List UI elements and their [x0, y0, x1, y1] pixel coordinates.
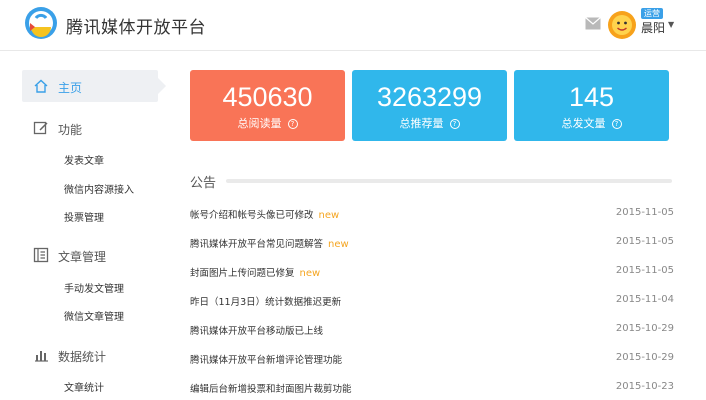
- sidebar-section-statistics[interactable]: 数据统计: [58, 348, 106, 365]
- notice-date: 2015-10-29: [615, 323, 674, 334]
- bar-chart-icon: [35, 351, 48, 362]
- notice-row[interactable]: 编辑后台新增投票和封面图片裁剪功能 2015-10-23: [190, 377, 674, 399]
- notice-title[interactable]: 编辑后台新增投票和封面图片裁剪功能: [190, 384, 352, 395]
- stat-label: 总推荐量: [399, 117, 444, 130]
- notice-title[interactable]: 帐号介绍和帐号头像已可修改: [190, 210, 314, 221]
- stat-label: 总阅读量: [237, 117, 282, 130]
- sidebar-item-vote-manage[interactable]: 投票管理: [64, 209, 104, 224]
- new-badge: new: [318, 210, 340, 221]
- notice-row[interactable]: 昨日（11月3日）统计数据推迟更新 2015-11-04: [190, 290, 674, 312]
- sidebar-item-home-label[interactable]: 主页: [58, 79, 82, 96]
- notice-section-title: 公告: [190, 176, 217, 191]
- notice-title[interactable]: 昨日（11月3日）统计数据推迟更新: [190, 297, 341, 308]
- chevron-down-icon[interactable]: ▼: [668, 20, 674, 29]
- sidebar-section-article-manage[interactable]: 文章管理: [58, 248, 106, 265]
- sidebar-item-wechat-source[interactable]: 微信内容源接入: [64, 181, 134, 196]
- stat-label: 总发文量: [561, 117, 606, 130]
- notice-date: 2015-10-29: [615, 352, 674, 363]
- username[interactable]: 晨阳: [641, 19, 665, 36]
- notice-date: 2015-11-04: [615, 294, 674, 305]
- help-icon[interactable]: ?: [287, 119, 298, 129]
- stat-value: 3263299: [376, 82, 483, 112]
- stat-card-total-reads: 450630 总阅读量?: [190, 70, 345, 141]
- home-icon: [34, 79, 48, 93]
- role-badge: 运营: [641, 8, 663, 19]
- divider: [226, 179, 672, 183]
- sidebar-section-function[interactable]: 功能: [58, 121, 82, 138]
- sidebar-item-article-stats[interactable]: 文章统计: [64, 379, 104, 394]
- help-icon[interactable]: ?: [611, 119, 622, 129]
- notice-title[interactable]: 腾讯媒体开放平台移动版已上线: [190, 326, 323, 337]
- stat-value: 450630: [222, 82, 313, 112]
- notice-row[interactable]: 腾讯媒体开放平台新增评论管理功能 2015-10-29: [190, 348, 674, 370]
- document-icon: [33, 247, 49, 263]
- new-badge: new: [299, 268, 321, 279]
- notice-row[interactable]: 封面图片上传问题已修复 new 2015-11-05: [190, 261, 674, 283]
- edit-icon: [33, 121, 48, 135]
- notice-row[interactable]: 腾讯媒体开放平台移动版已上线 2015-10-29: [190, 319, 674, 341]
- platform-title[interactable]: 腾讯媒体开放平台: [66, 13, 206, 38]
- notice-title[interactable]: 封面图片上传问题已修复: [190, 268, 295, 279]
- notice-date: 2015-11-05: [615, 265, 674, 276]
- notice-date: 2015-10-23: [615, 381, 674, 392]
- notice-title[interactable]: 腾讯媒体开放平台常见问题解答: [190, 239, 323, 250]
- notice-date: 2015-11-05: [615, 236, 674, 247]
- notice-row[interactable]: 帐号介绍和帐号头像已可修改 new 2015-11-05: [190, 203, 674, 225]
- sidebar-item-publish-article[interactable]: 发表文章: [64, 152, 104, 167]
- notice-date: 2015-11-05: [615, 207, 674, 218]
- sidebar-item-wechat-articles[interactable]: 微信文章管理: [64, 308, 124, 323]
- mail-icon[interactable]: [585, 17, 601, 30]
- sidebar-item-manual-articles[interactable]: 手动发文管理: [64, 280, 124, 295]
- new-badge: new: [328, 239, 349, 250]
- notice-row[interactable]: 腾讯媒体开放平台常见问题解答 new 2015-11-05: [190, 232, 674, 254]
- avatar[interactable]: [607, 10, 637, 40]
- help-icon[interactable]: ?: [449, 119, 460, 129]
- notice-title[interactable]: 腾讯媒体开放平台新增评论管理功能: [190, 355, 342, 366]
- stat-card-total-posts: 145 总发文量?: [514, 70, 669, 141]
- stat-card-total-recommends: 3263299 总推荐量?: [352, 70, 507, 141]
- tencent-logo-icon[interactable]: [24, 6, 58, 40]
- stat-value: 145: [568, 82, 615, 112]
- sidebar: 主页 功能 发表文章 微信内容源接入 投票管理 文章管理 手动发文管理 微信文章…: [0, 50, 170, 400]
- top-header: 腾讯媒体开放平台 运营 晨阳 ▼: [0, 0, 706, 51]
